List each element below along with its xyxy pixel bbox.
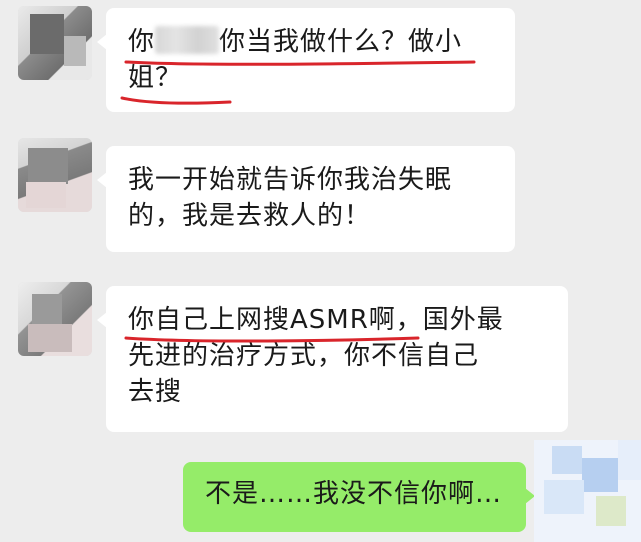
message-text: 的，我是去救人的！ (128, 201, 372, 231)
message-bubble-2[interactable]: 我一开始就告诉你我治失眠 的，我是去救人的！ (97, 146, 515, 252)
message-text: 不是……我没不信你啊… (205, 479, 503, 509)
message-text: 你 (128, 27, 156, 57)
message-text: 姐？ (128, 63, 183, 93)
message-text: 去搜 (128, 377, 183, 407)
contact-avatar[interactable] (18, 138, 92, 212)
message-bubble-4[interactable]: 不是……我没不信你啊… (183, 462, 535, 532)
self-avatar[interactable] (534, 440, 641, 542)
message-text: 你自己上网搜ASMR啊，国外最 (128, 305, 504, 335)
message-bubble-3[interactable]: 你自己上网搜ASMR啊，国外最 先进的治疗方式，你不信自己 去搜 (97, 286, 568, 432)
message-text: 先进的治疗方式，你不信自己 (128, 341, 480, 371)
contact-avatar[interactable] (18, 6, 92, 80)
contact-avatar[interactable] (18, 282, 92, 356)
redacted-name (155, 26, 220, 54)
message-text: 你当我做什么？做小 (219, 27, 463, 57)
message-text: 我一开始就告诉你我治失眠 (128, 165, 453, 195)
message-bubble-1[interactable]: 你 你当我做什么？做小 姐？ (97, 8, 515, 112)
